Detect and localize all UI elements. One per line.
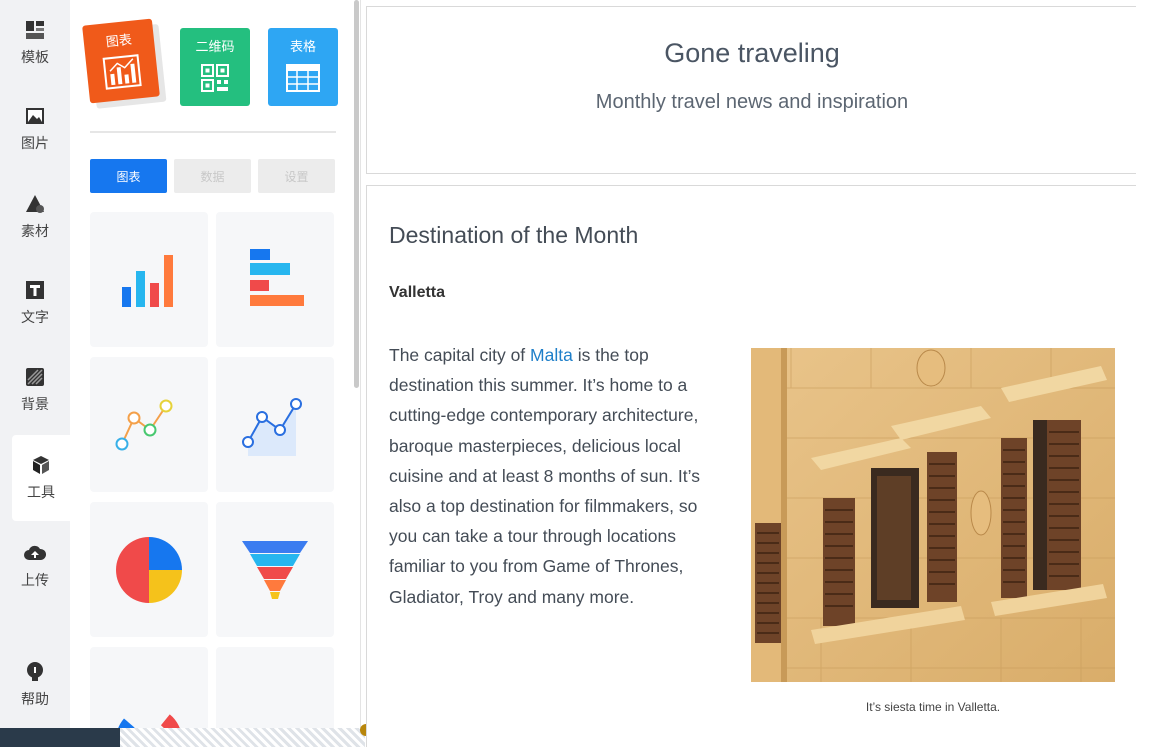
article-body-start: The capital city of xyxy=(389,345,531,365)
chart-type-card-line[interactable] xyxy=(90,357,208,492)
lightbulb-icon xyxy=(27,662,43,681)
chart-type-card-funnel[interactable] xyxy=(216,502,334,637)
sidebar-item-label: 素材 xyxy=(21,224,49,240)
funnel-chart-icon xyxy=(242,540,308,599)
sidebar-item-material[interactable]: 素材 xyxy=(0,174,70,260)
pie-chart-icon xyxy=(116,536,182,603)
sidebar-item-template[interactable]: 模板 xyxy=(0,0,70,86)
table-icon xyxy=(286,64,320,92)
shapes-icon xyxy=(26,195,44,213)
chart-type-card-horizontal-bar[interactable] xyxy=(216,212,334,347)
sidebar-item-help[interactable]: 帮助 xyxy=(0,642,70,728)
page-subtitle: Monthly travel news and inspiration xyxy=(595,91,909,113)
chart-type-card-pie[interactable] xyxy=(90,502,208,637)
section-title: Destination of the Month xyxy=(389,222,639,248)
sidebar-item-label: 工具 xyxy=(27,485,55,501)
cube-icon xyxy=(33,456,49,474)
tools-panel: 图表 二维码 表格 图表 数据 设置 xyxy=(70,0,360,730)
sidebar-item-label: 图片 xyxy=(21,136,49,152)
text-icon xyxy=(26,281,44,299)
horizontal-bar-chart-icon xyxy=(250,248,304,306)
qrcode-icon xyxy=(201,64,229,92)
valletta-photo xyxy=(751,348,1115,682)
sidebar-item-image[interactable]: 图片 xyxy=(0,86,70,172)
tab-settings[interactable]: 设置 xyxy=(258,159,335,193)
tab-data[interactable]: 数据 xyxy=(174,159,251,193)
bottom-toolbar-segment xyxy=(0,728,120,747)
sidebar-rail: 模板 图片 素材 文字 背景 工具 上传 帮助 xyxy=(0,0,70,730)
donut-chart-icon xyxy=(117,706,181,730)
table-tool-button[interactable]: 表格 xyxy=(268,28,338,106)
qrcode-tool-label: 二维码 xyxy=(195,40,235,55)
bar-chart-icon xyxy=(122,254,173,307)
cloud-upload-icon xyxy=(24,545,46,560)
sidebar-item-tools[interactable]: 工具 xyxy=(12,435,70,521)
image-icon xyxy=(26,108,44,124)
table-tool-label: 表格 xyxy=(289,40,316,55)
chart-icon xyxy=(102,54,142,90)
article-card: Destination of the Month Valletta The ca… xyxy=(366,185,1136,747)
sidebar-item-label: 背景 xyxy=(21,397,49,413)
qrcode-tool-button[interactable]: 二维码 xyxy=(180,28,250,106)
city-name: Valletta xyxy=(389,284,446,301)
panel-scrollbar[interactable] xyxy=(354,0,359,388)
chart-tool-label: 图表 xyxy=(105,32,133,51)
panel-divider xyxy=(90,131,336,133)
stacked-area-chart-icon xyxy=(238,678,312,731)
chart-type-card-bar[interactable] xyxy=(90,212,208,347)
article-body-rest: is the top destination this summer. It’s… xyxy=(389,345,700,607)
malta-link[interactable]: Malta xyxy=(530,345,573,365)
page-title: Gone traveling xyxy=(664,38,840,68)
chart-type-card-donut[interactable] xyxy=(90,647,208,730)
line-chart-icon xyxy=(115,399,173,450)
article-body: The capital city of Malta is the top des… xyxy=(389,340,729,612)
sidebar-item-label: 模板 xyxy=(21,50,49,66)
sidebar-item-background[interactable]: 背景 xyxy=(0,347,70,433)
template-icon xyxy=(26,21,44,39)
chart-tool-button[interactable]: 图表 xyxy=(82,18,160,104)
chart-type-card-area-line[interactable] xyxy=(216,357,334,492)
sidebar-item-upload[interactable]: 上传 xyxy=(0,523,70,609)
panel-edge-divider xyxy=(360,0,361,730)
sidebar-item-label: 帮助 xyxy=(21,692,49,708)
tab-chart[interactable]: 图表 xyxy=(90,159,167,193)
newsletter-header: Gone traveling Monthly travel news and i… xyxy=(366,6,1136,174)
background-icon xyxy=(26,368,44,386)
sidebar-item-text[interactable]: 文字 xyxy=(0,260,70,346)
photo-caption: It’s siesta time in Valletta. xyxy=(865,700,1001,714)
sidebar-item-label: 文字 xyxy=(21,310,49,326)
area-line-chart-icon xyxy=(242,397,302,456)
sidebar-item-label: 上传 xyxy=(21,573,49,589)
chart-type-card-stacked-area[interactable] xyxy=(216,647,334,730)
